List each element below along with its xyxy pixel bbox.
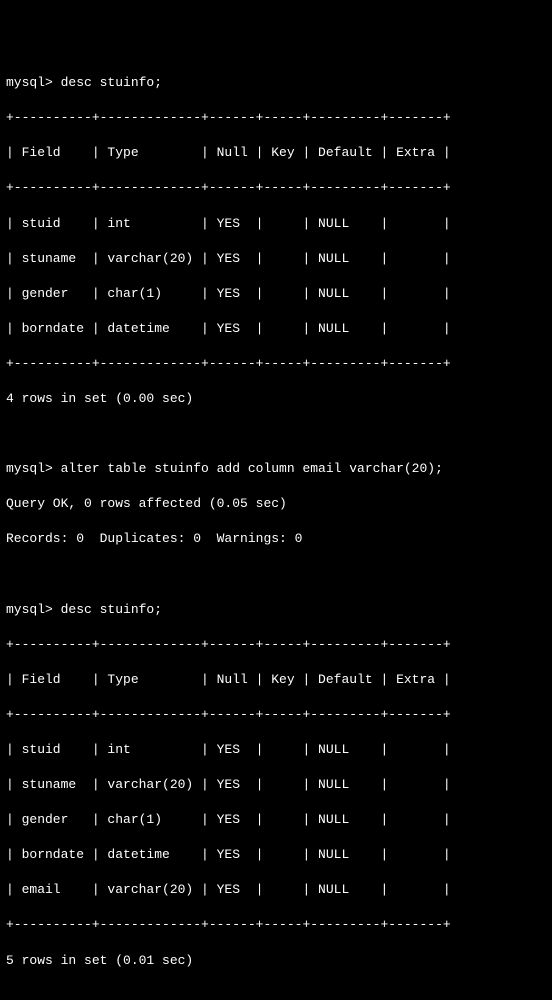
table-border: +----------+-------------+------+-----+-… xyxy=(6,355,546,373)
table-row: | stuname | varchar(20) | YES | | NULL |… xyxy=(6,776,546,794)
result-footer: 5 rows in set (0.01 sec) xyxy=(6,952,546,970)
table-row: | borndate | datetime | YES | | NULL | | xyxy=(6,846,546,864)
mysql-prompt-3[interactable]: mysql> desc stuinfo; xyxy=(6,601,546,619)
result-footer: 4 rows in set (0.00 sec) xyxy=(6,390,546,408)
table-row: | borndate | datetime | YES | | NULL | | xyxy=(6,320,546,338)
query-result: Records: 0 Duplicates: 0 Warnings: 0 xyxy=(6,530,546,548)
table-row: | stuname | varchar(20) | YES | | NULL |… xyxy=(6,250,546,268)
query-result: Query OK, 0 rows affected (0.05 sec) xyxy=(6,495,546,513)
table-header: | Field | Type | Null | Key | Default | … xyxy=(6,144,546,162)
table-border: +----------+-------------+------+-----+-… xyxy=(6,109,546,127)
table-row: | gender | char(1) | YES | | NULL | | xyxy=(6,811,546,829)
table-border: +----------+-------------+------+-----+-… xyxy=(6,916,546,934)
mysql-prompt-1[interactable]: mysql> desc stuinfo; xyxy=(6,74,546,92)
table-border: +----------+-------------+------+-----+-… xyxy=(6,706,546,724)
table-row: | email | varchar(20) | YES | | NULL | | xyxy=(6,881,546,899)
mysql-prompt-2[interactable]: mysql> alter table stuinfo add column em… xyxy=(6,460,546,478)
table-row: | stuid | int | YES | | NULL | | xyxy=(6,741,546,759)
table-border: +----------+-------------+------+-----+-… xyxy=(6,636,546,654)
blank-line xyxy=(6,425,546,443)
table-row: | gender | char(1) | YES | | NULL | | xyxy=(6,285,546,303)
table-header: | Field | Type | Null | Key | Default | … xyxy=(6,671,546,689)
blank-line xyxy=(6,566,546,584)
table-row: | stuid | int | YES | | NULL | | xyxy=(6,215,546,233)
table-border: +----------+-------------+------+-----+-… xyxy=(6,179,546,197)
